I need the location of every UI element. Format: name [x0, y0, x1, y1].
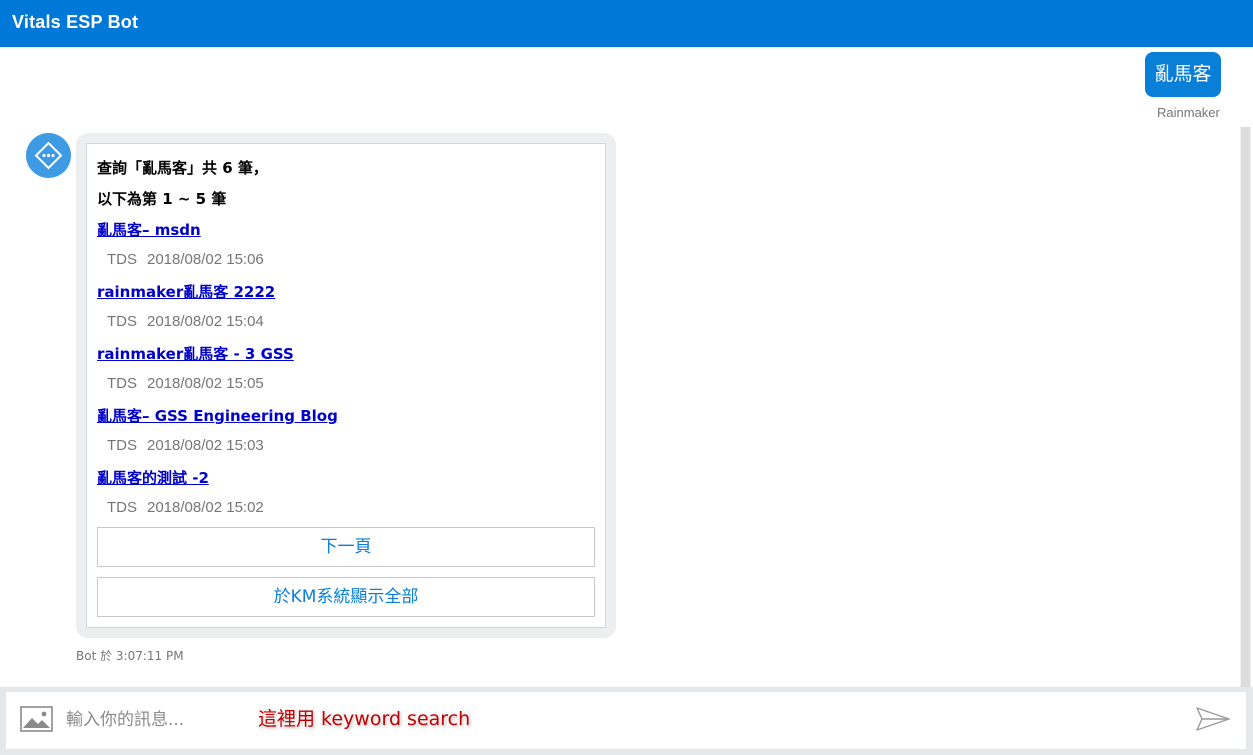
- result-date: 2018/08/02 15:03: [147, 437, 264, 454]
- keyword-search-annotation: 這裡用 keyword search: [258, 708, 471, 730]
- bot-avatar: [26, 133, 71, 178]
- bot-code-icon: [34, 141, 63, 170]
- result-date: 2018/08/02 15:05: [147, 375, 264, 392]
- result-range-line: 以下為第 1 ~ 5 筆: [97, 190, 227, 208]
- result-source: TDS: [107, 437, 137, 454]
- result-meta: TDS 2018/08/02 15:06: [107, 251, 264, 268]
- scrollbar-thumb[interactable]: [1241, 127, 1250, 687]
- send-icon[interactable]: [1195, 706, 1231, 732]
- result-meta: TDS 2018/08/02 15:05: [107, 375, 264, 392]
- result-source: TDS: [107, 499, 137, 516]
- result-link[interactable]: 亂馬客– GSS Engineering Blog: [97, 405, 338, 426]
- window-title: Vitals ESP Bot: [12, 12, 139, 32]
- result-count-line: 查詢「亂馬客」共 6 筆，: [97, 159, 268, 177]
- result-date: 2018/08/02 15:02: [147, 499, 264, 516]
- result-date: 2018/08/02 15:04: [147, 313, 264, 330]
- image-upload-icon[interactable]: [20, 706, 53, 732]
- result-link[interactable]: 亂馬客– msdn: [97, 219, 201, 240]
- result-link[interactable]: rainmaker亂馬客 - 3 GSS: [97, 343, 294, 364]
- history-scrollbar[interactable]: [1240, 127, 1251, 687]
- result-link[interactable]: rainmaker亂馬客 2222: [97, 281, 275, 302]
- result-date: 2018/08/02 15:06: [147, 251, 264, 268]
- user-message-bubble: 亂馬客: [1145, 52, 1221, 97]
- result-source: TDS: [107, 251, 137, 268]
- result-link[interactable]: 亂馬客的測試 -2: [97, 467, 209, 488]
- next-page-button[interactable]: 下一頁: [97, 527, 595, 567]
- result-meta: TDS 2018/08/02 15:02: [107, 499, 264, 516]
- show-all-in-km-button[interactable]: 於KM系統顯示全部: [97, 577, 595, 617]
- result-meta: TDS 2018/08/02 15:03: [107, 437, 264, 454]
- title-bar: Vitals ESP Bot: [0, 0, 1253, 47]
- message-input[interactable]: [66, 704, 1166, 736]
- bot-message-timestamp: Bot 於 3:07:11 PM: [76, 649, 184, 663]
- result-meta: TDS 2018/08/02 15:04: [107, 313, 264, 330]
- result-source: TDS: [107, 313, 137, 330]
- user-message-sender: Rainmaker: [1157, 105, 1220, 120]
- result-source: TDS: [107, 375, 137, 392]
